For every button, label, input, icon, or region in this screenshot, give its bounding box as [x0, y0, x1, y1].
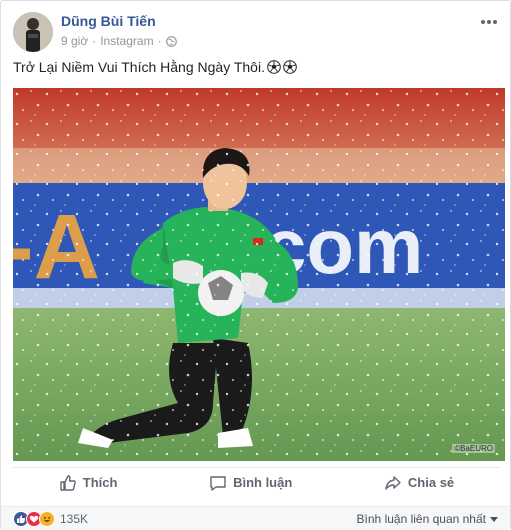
meta-separator: ·: [92, 34, 97, 48]
haha-reaction-icon: [39, 511, 55, 527]
post-text: Trở Lại Niềm Vui Thích Hằng Ngày Thôi.: [13, 59, 297, 75]
avatar[interactable]: [13, 12, 53, 52]
comment-label: Bình luận: [233, 475, 293, 490]
soccer-ball-icon: [267, 60, 281, 74]
post-meta: 9 giờ · Instagram ·: [61, 34, 177, 48]
thumbs-up-icon: [59, 474, 77, 492]
share-icon: [384, 474, 402, 492]
post-photo[interactable]: -A com: [13, 88, 505, 461]
share-button[interactable]: Chia sẻ: [384, 474, 454, 492]
reaction-count[interactable]: 135K: [60, 512, 88, 526]
comment-icon: [209, 474, 227, 492]
post-card: Dũng Bùi Tiến 9 giờ · Instagram · Trở Lạ…: [0, 0, 511, 530]
post-time[interactable]: 9 giờ: [61, 34, 88, 48]
reactions-bar: 135K Bình luận liên quan nhất: [1, 506, 510, 530]
post-source[interactable]: Instagram: [100, 34, 153, 48]
comment-button[interactable]: Bình luận: [209, 474, 292, 492]
globe-icon[interactable]: [165, 35, 177, 47]
share-label: Chia sẻ: [407, 475, 455, 490]
sort-label: Bình luận liên quan nhất: [356, 512, 486, 526]
comment-sort-dropdown[interactable]: Bình luận liên quan nhất: [357, 512, 498, 526]
post-actions: Thích Bình luận Chia sẻ: [13, 467, 500, 495]
like-button[interactable]: Thích: [59, 474, 118, 492]
meta-separator-2: ·: [157, 34, 162, 48]
reaction-icons[interactable]: [13, 511, 55, 527]
post-caption: Trở Lại Niềm Vui Thích Hằng Ngày Thôi.: [13, 59, 265, 75]
caret-down-icon: [490, 512, 498, 526]
more-options-icon[interactable]: [480, 9, 498, 30]
like-label: Thích: [82, 475, 118, 490]
soccer-ball-icon: [283, 60, 297, 74]
author-name[interactable]: Dũng Bùi Tiến: [61, 13, 156, 29]
photo-watermark: ©BaEURO: [452, 444, 495, 453]
